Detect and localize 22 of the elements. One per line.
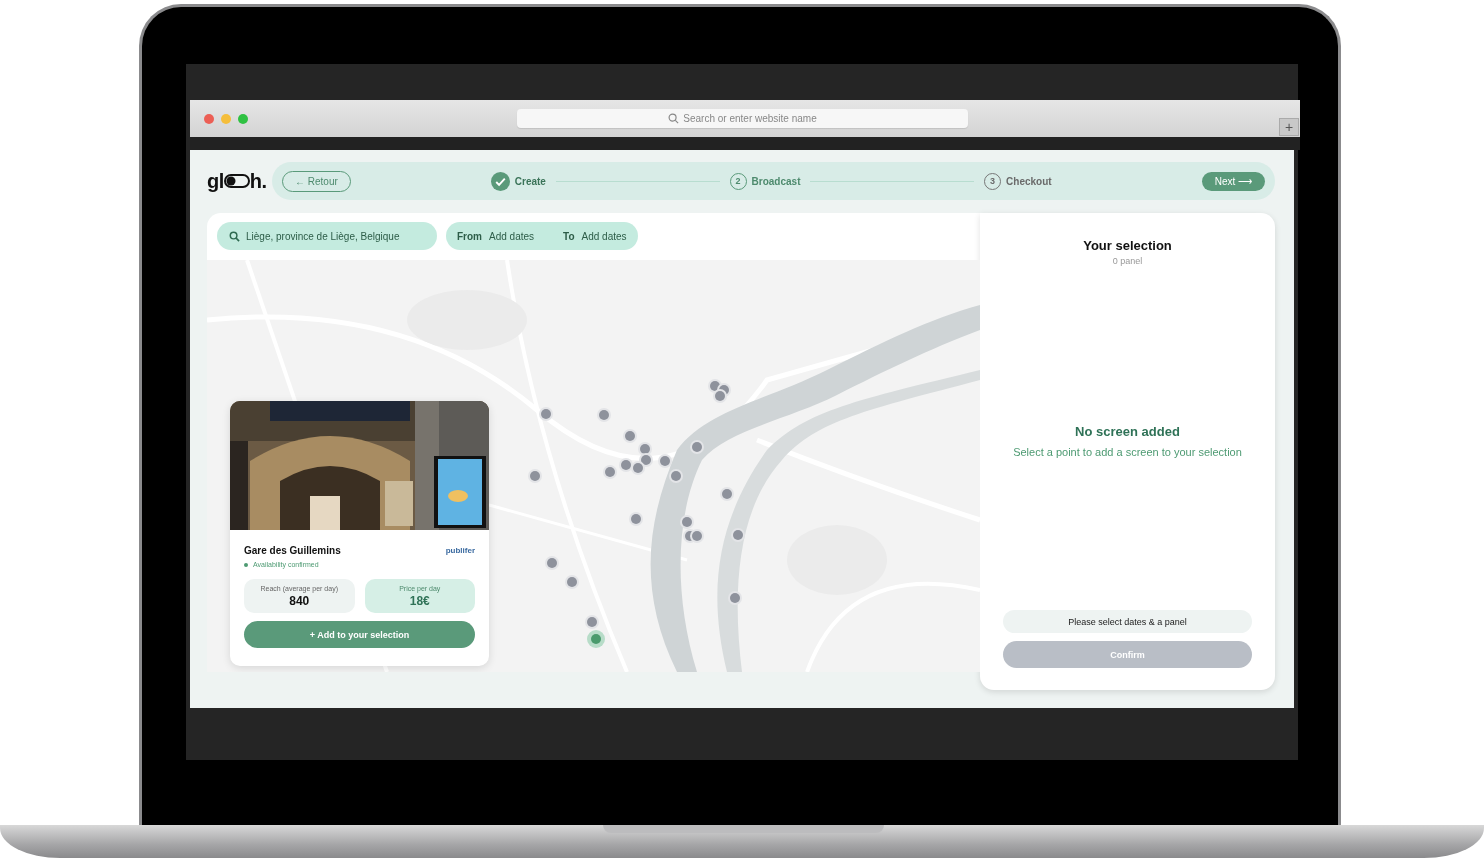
- date-range-field[interactable]: From Add dates To Add dates: [446, 222, 638, 250]
- next-button[interactable]: Next ⟶: [1201, 171, 1265, 191]
- step[interactable]: 3 Checkout: [984, 172, 1052, 190]
- logo-text: gl: [207, 169, 224, 193]
- search-icon: [668, 113, 680, 124]
- address-field[interactable]: Search or enter website name: [517, 109, 968, 128]
- search-icon: [229, 230, 240, 242]
- toggle-icon: [223, 174, 250, 188]
- step[interactable]: Create: [490, 171, 546, 191]
- step[interactable]: 2 Broadcast: [729, 172, 801, 190]
- minimize-dot[interactable]: [221, 113, 231, 124]
- empty-title: No screen added: [1075, 424, 1180, 439]
- maximize-dot[interactable]: [238, 113, 248, 124]
- logo-text: h.: [249, 169, 267, 193]
- panel-count: 0 panel: [1112, 256, 1143, 266]
- panel-title: Your selection: [1083, 238, 1172, 253]
- new-tab-button[interactable]: +: [1279, 118, 1299, 136]
- search-field[interactable]: Liège, province de Liège, Belgique: [217, 222, 437, 250]
- empty-text: Select a point to add a screen to your selection: [1013, 446, 1242, 458]
- close-dot[interactable]: [204, 113, 214, 124]
- check-icon: [490, 171, 510, 191]
- notice-banner: Please select dates & a panel: [1003, 610, 1252, 633]
